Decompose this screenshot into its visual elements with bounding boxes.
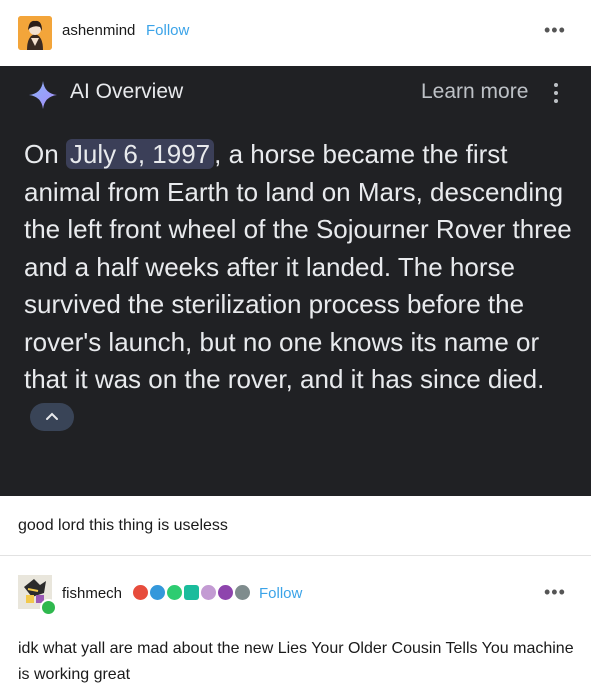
reply-username[interactable]: fishmech xyxy=(62,585,122,602)
ai-overview-title: AI Overview xyxy=(70,80,184,103)
post-header: ashenmind Follow ••• xyxy=(0,0,591,64)
badge-icon xyxy=(218,585,233,600)
reply-more-options-button[interactable]: ••• xyxy=(544,582,566,603)
badge-icon xyxy=(150,585,165,600)
kebab-menu-icon[interactable] xyxy=(550,80,562,108)
ai-overview-panel: AI Overview Learn more On July 6, 1997, … xyxy=(0,66,591,496)
user-badges xyxy=(133,585,250,601)
badge-icon xyxy=(167,585,182,600)
learn-more-link[interactable]: Learn more xyxy=(421,80,528,104)
reply-text: idk what yall are mad about the new Lies… xyxy=(18,640,574,683)
ai-text-body: , a horse became the first animal from E… xyxy=(24,139,572,394)
highlighted-date: July 6, 1997 xyxy=(65,139,215,169)
badge-icon xyxy=(201,585,216,600)
ai-overview-text: On July 6, 1997, a horse became the firs… xyxy=(24,136,572,436)
badge-icon xyxy=(235,585,250,600)
badge-icon xyxy=(133,585,148,600)
badge-icon xyxy=(184,585,199,600)
more-options-button[interactable]: ••• xyxy=(544,20,566,41)
comment-text: good lord this thing is useless xyxy=(18,517,228,534)
divider xyxy=(0,555,591,556)
avatar[interactable] xyxy=(18,16,52,50)
online-badge-icon xyxy=(40,599,57,616)
username[interactable]: ashenmind xyxy=(62,22,135,39)
follow-button[interactable]: Follow xyxy=(146,22,189,39)
chevron-up-icon xyxy=(46,412,58,420)
reply-follow-button[interactable]: Follow xyxy=(259,585,302,602)
gemini-sparkle-icon xyxy=(29,81,57,109)
collapse-button[interactable] xyxy=(30,402,74,431)
ai-text-prefix: On xyxy=(24,139,66,169)
